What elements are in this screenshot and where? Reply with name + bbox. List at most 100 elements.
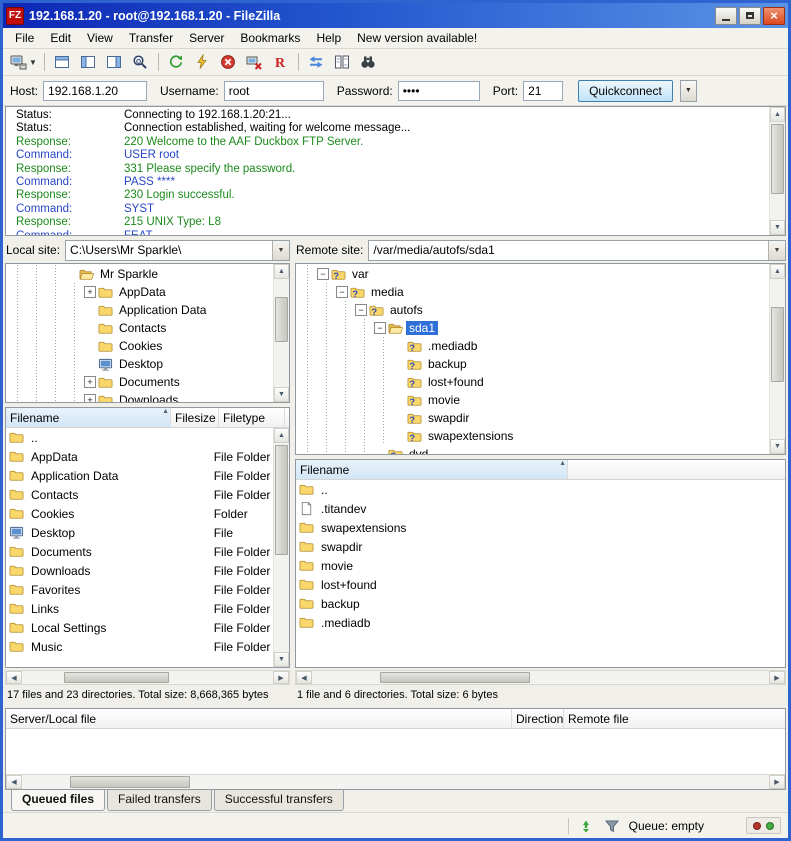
local-column-header-filename[interactable]: Filename▲ bbox=[6, 408, 171, 428]
expand-icon[interactable]: + bbox=[84, 286, 96, 298]
remote-tree-item-media[interactable]: −?media bbox=[298, 283, 768, 301]
tab-failed-transfers[interactable]: Failed transfers bbox=[107, 790, 212, 811]
scroll-thumb[interactable] bbox=[64, 672, 169, 683]
reconnect-button[interactable]: R bbox=[268, 51, 293, 74]
remote-site-combobox[interactable]: /var/media/autofs/sda1 ▼ bbox=[368, 240, 786, 261]
username-input[interactable] bbox=[224, 81, 324, 101]
queue-column-header-direction[interactable]: Direction bbox=[512, 709, 564, 729]
scroll-thumb[interactable] bbox=[275, 297, 288, 342]
scroll-left-button[interactable]: ◀ bbox=[6, 671, 22, 684]
queue-body[interactable] bbox=[6, 729, 785, 774]
local-column-header-filetype[interactable]: Filetype bbox=[219, 408, 285, 428]
local-file-row-appdata[interactable]: AppDataFile Folder bbox=[6, 447, 273, 466]
remote-file-row-swapdir[interactable]: swapdir bbox=[296, 537, 785, 556]
local-tree-item-documents[interactable]: +Documents bbox=[8, 373, 272, 391]
local-file-row-application-data[interactable]: Application DataFile Folder bbox=[6, 466, 273, 485]
tab-successful-transfers[interactable]: Successful transfers bbox=[214, 790, 344, 811]
scroll-track[interactable] bbox=[312, 671, 769, 684]
local-file-row-links[interactable]: LinksFile Folder bbox=[6, 599, 273, 618]
remote-file-row-lost-found[interactable]: lost+found bbox=[296, 575, 785, 594]
local-file-row-contacts[interactable]: ContactsFile Folder bbox=[6, 485, 273, 504]
remote-tree-item-swapextensions[interactable]: ?swapextensions bbox=[298, 427, 768, 445]
remote-file-row-movie[interactable]: movie bbox=[296, 556, 785, 575]
toggle-transfer-queue-button[interactable]: Q bbox=[128, 51, 153, 74]
scroll-track[interactable] bbox=[770, 122, 785, 220]
quickconnect-dropdown-button[interactable]: ▼ bbox=[680, 80, 697, 102]
scroll-track[interactable] bbox=[274, 443, 289, 652]
menu-item-bookmarks[interactable]: Bookmarks bbox=[232, 29, 308, 47]
scroll-thumb[interactable] bbox=[70, 776, 190, 788]
port-input[interactable] bbox=[523, 81, 563, 101]
tab-queued-files[interactable]: Queued files bbox=[11, 790, 105, 811]
menu-item-server[interactable]: Server bbox=[181, 29, 232, 47]
scroll-left-button[interactable]: ◀ bbox=[6, 775, 22, 789]
scroll-up-button[interactable]: ▲ bbox=[770, 264, 785, 279]
scroll-thumb[interactable] bbox=[275, 445, 288, 555]
local-file-row-downloads[interactable]: DownloadsFile Folder bbox=[6, 561, 273, 580]
synchronized-browsing-button[interactable] bbox=[304, 51, 329, 74]
scroll-up-button[interactable]: ▲ bbox=[274, 264, 289, 279]
local-tree-item-cookies[interactable]: Cookies bbox=[8, 337, 272, 355]
menu-item-file[interactable]: File bbox=[7, 29, 42, 47]
dropdown-caret-icon[interactable]: ▼ bbox=[29, 58, 37, 67]
host-input[interactable] bbox=[43, 81, 147, 101]
remote-column-header-filename[interactable]: Filename▲ bbox=[296, 460, 568, 480]
toggle-message-log-button[interactable] bbox=[50, 51, 75, 74]
toggle-local-tree-button[interactable] bbox=[76, 51, 101, 74]
scroll-up-button[interactable]: ▲ bbox=[274, 428, 289, 443]
scroll-down-button[interactable]: ▼ bbox=[770, 439, 785, 454]
scroll-down-button[interactable]: ▼ bbox=[770, 220, 785, 235]
menu-item-help[interactable]: Help bbox=[308, 29, 349, 47]
remote-file-row-mediadb[interactable]: .mediadb bbox=[296, 613, 785, 632]
local-file-row-local-settings[interactable]: Local SettingsFile Folder bbox=[6, 618, 273, 637]
remote-tree-item-backup[interactable]: ?backup bbox=[298, 355, 768, 373]
remote-tree-item-mediadb[interactable]: ?.mediadb bbox=[298, 337, 768, 355]
collapse-icon[interactable]: − bbox=[336, 286, 348, 298]
remote-tree-item-dvd[interactable]: ?dvd bbox=[298, 445, 768, 455]
expand-icon[interactable]: + bbox=[84, 394, 96, 403]
remote-tree-item-var[interactable]: −?var bbox=[298, 265, 768, 283]
queue-column-header-server-local-file[interactable]: Server/Local file bbox=[6, 709, 512, 729]
scroll-up-button[interactable]: ▲ bbox=[770, 107, 785, 122]
menu-item-view[interactable]: View bbox=[79, 29, 121, 47]
local-file-row-[interactable]: .. bbox=[6, 428, 273, 447]
process-queue-button[interactable] bbox=[190, 51, 215, 74]
local-file-row-documents[interactable]: DocumentsFile Folder bbox=[6, 542, 273, 561]
scroll-thumb[interactable] bbox=[771, 124, 784, 194]
remote-tree-item-movie[interactable]: ?movie bbox=[298, 391, 768, 409]
remote-file-row-titandev[interactable]: .titandev bbox=[296, 499, 785, 518]
remote-file-row-backup[interactable]: backup bbox=[296, 594, 785, 613]
minimize-button[interactable] bbox=[715, 7, 737, 25]
scroll-left-button[interactable]: ◀ bbox=[296, 671, 312, 684]
remote-tree-item-autofs[interactable]: −?autofs bbox=[298, 301, 768, 319]
disconnect-button[interactable] bbox=[242, 51, 267, 74]
scroll-track[interactable] bbox=[770, 279, 785, 439]
scroll-thumb[interactable] bbox=[380, 672, 530, 683]
menu-item-new-version-available[interactable]: New version available! bbox=[349, 29, 485, 47]
local-file-row-desktop[interactable]: DesktopFile bbox=[6, 523, 273, 542]
maximize-button[interactable] bbox=[739, 7, 761, 25]
local-site-combobox[interactable]: C:\Users\Mr Sparkle\ ▼ bbox=[65, 240, 290, 261]
scroll-down-button[interactable]: ▼ bbox=[274, 387, 289, 402]
filter-icon[interactable] bbox=[603, 817, 621, 835]
scroll-right-button[interactable]: ▶ bbox=[769, 671, 785, 684]
expand-icon[interactable]: + bbox=[84, 376, 96, 388]
find-files-button[interactable] bbox=[356, 51, 381, 74]
collapse-icon[interactable]: − bbox=[317, 268, 329, 280]
remote-file-row-swapextensions[interactable]: swapextensions bbox=[296, 518, 785, 537]
local-tree-item-desktop[interactable]: Desktop bbox=[8, 355, 272, 373]
local-file-row-music[interactable]: MusicFile Folder bbox=[6, 637, 273, 656]
local-tree-item-contacts[interactable]: Contacts bbox=[8, 319, 272, 337]
scroll-track[interactable] bbox=[22, 671, 273, 684]
menu-item-edit[interactable]: Edit bbox=[42, 29, 79, 47]
scroll-right-button[interactable]: ▶ bbox=[769, 775, 785, 789]
collapse-icon[interactable]: − bbox=[355, 304, 367, 316]
remote-tree-item-lost-found[interactable]: ?lost+found bbox=[298, 373, 768, 391]
scroll-right-button[interactable]: ▶ bbox=[273, 671, 289, 684]
local-tree-item-mr-sparkle[interactable]: Mr Sparkle bbox=[8, 265, 272, 283]
remote-tree-item-sda1[interactable]: −sda1 bbox=[298, 319, 768, 337]
collapse-icon[interactable]: − bbox=[374, 322, 386, 334]
local-tree-item-application-data[interactable]: Application Data bbox=[8, 301, 272, 319]
toggle-remote-tree-button[interactable] bbox=[102, 51, 127, 74]
local-tree-item-downloads[interactable]: +Downloads bbox=[8, 391, 272, 403]
